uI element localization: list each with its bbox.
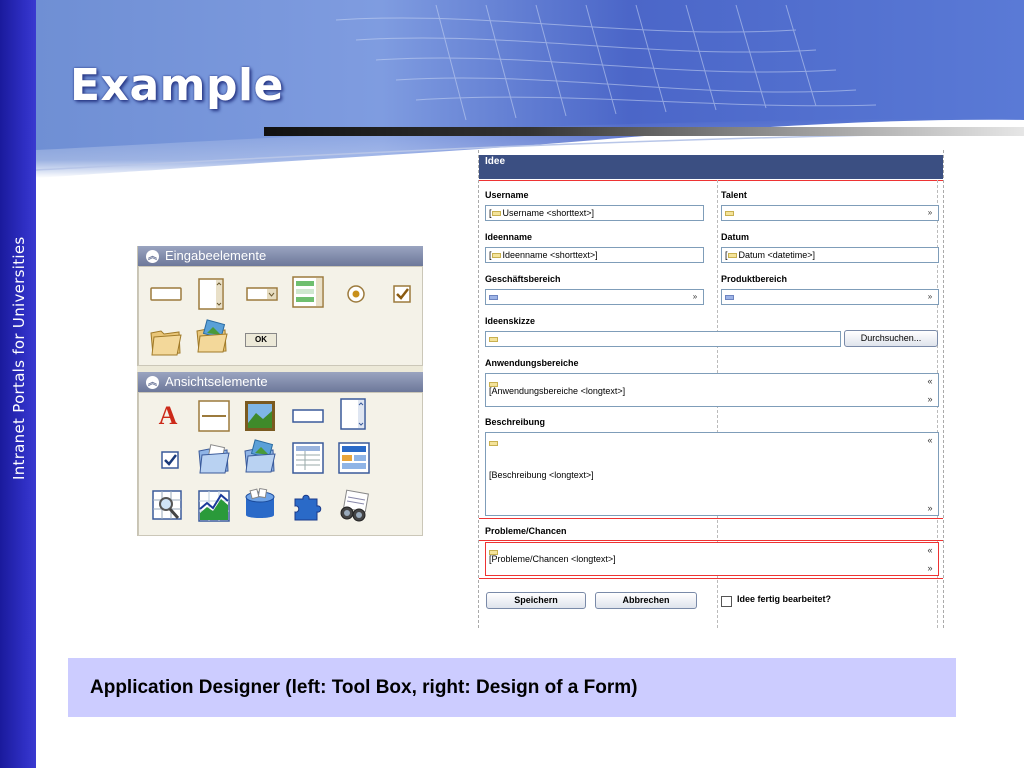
toolbox-input-body: OK bbox=[138, 266, 423, 366]
table-view-icon[interactable] bbox=[291, 441, 325, 475]
slide-title: Example bbox=[70, 60, 284, 111]
beschreibung-value: [Beschreibung <longtext>] bbox=[489, 470, 594, 480]
toolbox-view-title: Ansichtselemente bbox=[165, 374, 268, 389]
toolbox-input-header[interactable]: ︽ Eingabeelemente bbox=[138, 246, 423, 266]
radio-icon[interactable] bbox=[339, 277, 373, 311]
form-title: Idee bbox=[479, 155, 943, 179]
scroll-up-icon[interactable]: « bbox=[924, 375, 936, 387]
ideenname-label: Ideenname bbox=[485, 232, 533, 242]
anwendungsbereiche-textarea[interactable]: [Anwendungsbereiche <longtext>] « » bbox=[485, 373, 939, 407]
section-boundary bbox=[479, 578, 943, 579]
scroll-down-icon[interactable]: » bbox=[924, 562, 936, 574]
checkbox-icon[interactable] bbox=[385, 277, 419, 311]
datum-label: Datum bbox=[721, 232, 750, 242]
username-field[interactable]: [Username <shorttext>] bbox=[485, 205, 704, 221]
section-boundary bbox=[479, 540, 943, 541]
chevron-down-icon[interactable]: » bbox=[688, 291, 702, 303]
image-icon[interactable] bbox=[243, 399, 277, 433]
search-grid-icon[interactable] bbox=[151, 489, 185, 523]
layout-view-icon[interactable] bbox=[337, 441, 371, 475]
toolbox-input-section: ︽ Eingabeelemente OK bbox=[137, 246, 423, 366]
username-field-value: Username <shorttext>] bbox=[502, 208, 595, 218]
title-rule bbox=[264, 127, 1024, 136]
ideenskizze-file-field[interactable] bbox=[485, 331, 841, 347]
username-label: Username bbox=[485, 190, 529, 200]
caption-box: Application Designer (left: Tool Box, ri… bbox=[68, 658, 956, 717]
section-boundary bbox=[479, 180, 943, 181]
field-marker-icon bbox=[727, 253, 737, 259]
textfield-view-icon[interactable] bbox=[291, 399, 325, 433]
anwendungsbereiche-value: [Anwendungsbereiche <longtext>] bbox=[489, 386, 626, 396]
beschreibung-label: Beschreibung bbox=[485, 417, 546, 427]
datum-field[interactable]: [Datum <datetime>] bbox=[721, 247, 939, 263]
dropdown-icon[interactable] bbox=[245, 277, 279, 311]
collapse-icon[interactable]: ︽ bbox=[146, 375, 159, 389]
caption-text: Application Designer (left: Tool Box, ri… bbox=[90, 677, 638, 698]
toolbox: ︽ Eingabeelemente OK ︽ Ansichtselemente bbox=[137, 246, 423, 536]
beschreibung-textarea[interactable]: [Beschreibung <longtext>] « » bbox=[485, 432, 939, 516]
browse-button[interactable]: Durchsuchen... bbox=[844, 330, 938, 347]
chart-icon[interactable] bbox=[197, 489, 231, 523]
scroll-view-icon[interactable] bbox=[337, 397, 371, 431]
probleme-label: Probleme/Chancen bbox=[485, 526, 567, 536]
image-view-icon[interactable] bbox=[243, 439, 277, 473]
ideenskizze-label: Ideenskizze bbox=[485, 316, 536, 326]
done-checkbox-label: Idee fertig bearbeitet? bbox=[737, 594, 832, 604]
file-upload-icon[interactable] bbox=[149, 323, 183, 357]
produktbereich-select[interactable]: » bbox=[721, 289, 939, 305]
listbox-icon[interactable] bbox=[291, 275, 325, 309]
form-designer: Idee Username [Username <shorttext>] Tal… bbox=[478, 150, 944, 628]
scroll-up-icon[interactable]: « bbox=[924, 544, 936, 556]
slide: Example Intranet Portals for Universitie… bbox=[0, 0, 1024, 768]
save-button[interactable]: Speichern bbox=[486, 592, 586, 609]
line-icon[interactable] bbox=[197, 399, 231, 433]
done-checkbox[interactable] bbox=[721, 596, 732, 607]
produktbereich-label: Produktbereich bbox=[721, 274, 788, 284]
scroll-down-icon[interactable]: » bbox=[924, 393, 936, 405]
geschaeftsbereich-select[interactable]: » bbox=[485, 289, 704, 305]
ok-button-icon[interactable]: OK bbox=[245, 333, 277, 347]
checkbox-view-icon[interactable] bbox=[153, 443, 187, 477]
toolbox-view-header[interactable]: ︽ Ansichtselemente bbox=[138, 372, 423, 392]
section-boundary bbox=[479, 518, 943, 519]
textbox-icon[interactable] bbox=[149, 277, 183, 311]
toolbox-input-title: Eingabeelemente bbox=[165, 248, 267, 263]
probleme-value: [Probleme/Chancen <longtext>] bbox=[489, 554, 616, 564]
scroll-down-icon[interactable]: » bbox=[924, 502, 936, 514]
field-marker-icon bbox=[725, 211, 734, 217]
field-marker-icon bbox=[725, 295, 734, 301]
side-text: Intranet Portals for Universities bbox=[10, 236, 28, 480]
talent-select[interactable]: » bbox=[721, 205, 939, 221]
toolbox-view-body: A bbox=[138, 392, 423, 536]
chevron-down-icon[interactable]: » bbox=[923, 291, 937, 303]
binoculars-icon[interactable] bbox=[337, 489, 371, 523]
field-marker-icon bbox=[489, 441, 498, 447]
image-upload-icon[interactable] bbox=[195, 319, 229, 353]
anwendungsbereiche-label: Anwendungsbereiche bbox=[485, 358, 579, 368]
datum-field-value: Datum <datetime>] bbox=[738, 250, 816, 260]
file-view-icon[interactable] bbox=[197, 441, 231, 475]
field-marker-icon bbox=[489, 337, 498, 343]
ideenname-field[interactable]: [Ideenname <shorttext>] bbox=[485, 247, 704, 263]
ideenname-field-value: Ideenname <shorttext>] bbox=[502, 250, 598, 260]
geschaeftsbereich-label: Geschäftsbereich bbox=[485, 274, 561, 284]
talent-label: Talent bbox=[721, 190, 747, 200]
textarea-icon[interactable] bbox=[195, 277, 229, 311]
puzzle-icon[interactable] bbox=[291, 489, 325, 523]
field-marker-icon bbox=[491, 253, 501, 259]
cancel-button[interactable]: Abbrechen bbox=[595, 592, 697, 609]
chevron-down-icon[interactable]: » bbox=[923, 207, 937, 219]
scroll-up-icon[interactable]: « bbox=[924, 434, 936, 446]
probleme-textarea[interactable]: [Probleme/Chancen <longtext>] « » bbox=[485, 542, 939, 576]
text-label-icon[interactable]: A bbox=[153, 401, 183, 431]
collapse-icon[interactable]: ︽ bbox=[146, 249, 159, 263]
field-marker-icon bbox=[489, 295, 498, 301]
field-marker-icon bbox=[491, 211, 501, 217]
toolbox-view-section: ︽ Ansichtselemente A bbox=[137, 372, 423, 536]
database-icon[interactable] bbox=[243, 487, 277, 521]
